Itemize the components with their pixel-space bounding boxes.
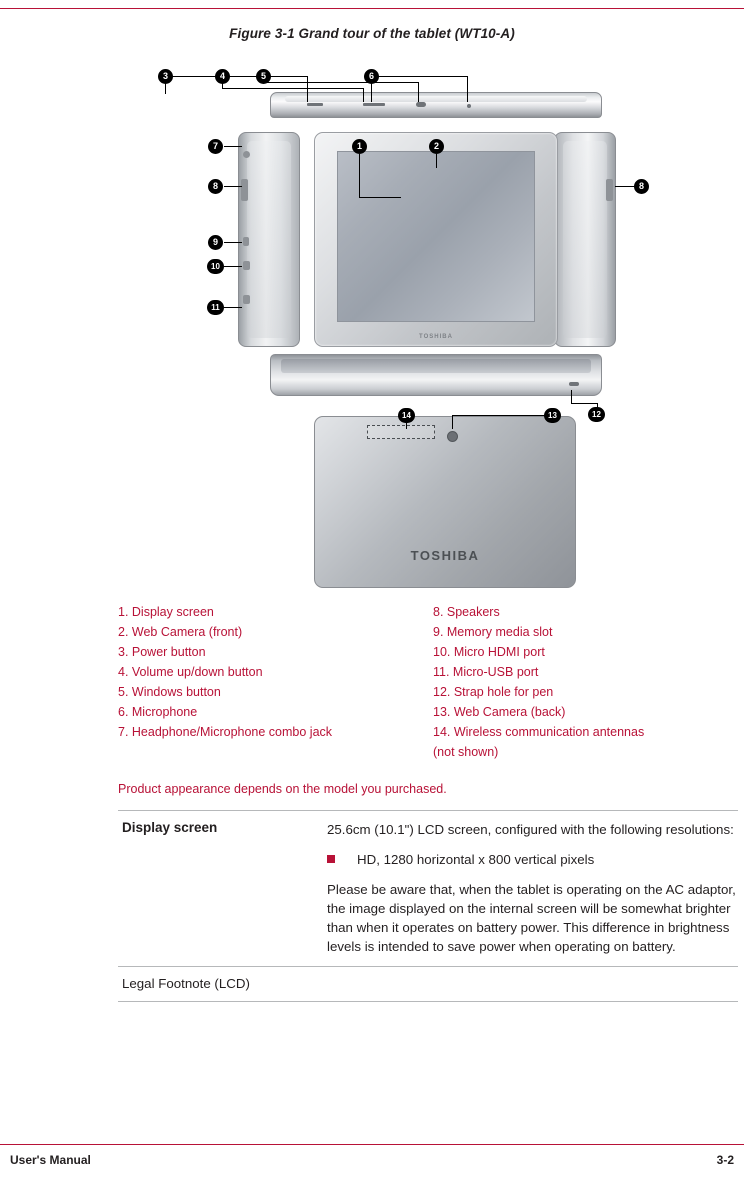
strap-hole-shape [569,382,579,386]
legend-item-5: 5. Windows button [118,685,221,699]
document-page: Figure 3-1 Grand tour of the tablet (WT1… [0,0,744,1179]
leader-line-1-h [359,197,401,198]
table-row-footnote: Legal Footnote (LCD) [118,967,738,1001]
appearance-note: Product appearance depends on the model … [118,782,447,796]
headphone-jack-shape [243,151,250,158]
spec-bullet-text: HD, 1280 horizontal x 800 vertical pixel… [357,852,595,867]
leader-line-6-h [371,76,467,77]
legend-item-8: 8. Speakers [433,605,500,619]
callout-5: 5 [256,69,271,84]
callout-9: 9 [208,235,223,250]
front-brand-logo: TOSHIBA [419,334,453,340]
specification-table: Display screen 25.6cm (10.1") LCD screen… [118,810,738,1002]
header-rule [0,8,744,9]
volume-button-shape [363,103,385,106]
leader-line-13-h [452,415,550,416]
legend-column-left: 1. Display screen 2. Web Camera (front) … [118,602,418,742]
power-button-shape [307,103,323,106]
memory-slot-shape [243,237,249,246]
footer-page-number: 3-2 [716,1153,734,1167]
leader-line-8b [615,186,635,187]
legend-item-13: 13. Web Camera (back) [433,705,566,719]
leader-line-5-end [418,82,419,102]
spec-paragraph-1: 25.6cm (10.1") LCD screen, configured wi… [327,822,734,837]
legend-column-right: 8. Speakers 9. Memory media slot 10. Mic… [433,602,738,762]
legend-item-11: 11. Micro-USB port [433,665,539,679]
legend-item-7: 7. Headphone/Microphone combo jack [118,725,333,739]
device-bottom-edge-view [270,354,602,396]
windows-button-shape [416,102,426,107]
callout-13: 13 [544,408,561,423]
square-bullet-icon [327,855,335,863]
leader-line-4-end [363,88,364,102]
legend-item-10: 10. Micro HDMI port [433,645,545,659]
micro-usb-shape [243,295,250,304]
callout-1: 1 [352,139,367,154]
display-screen-area [337,151,535,322]
legend-item-6: 6. Microphone [118,705,198,719]
legend-item-2: 2. Web Camera (front) [118,625,243,639]
callout-8-right: 8 [634,179,649,194]
leader-line-9 [224,242,242,243]
footer-manual-title: User's Manual [10,1153,91,1167]
device-top-edge-view [270,92,602,118]
table-row: Display screen 25.6cm (10.1") LCD screen… [118,811,738,967]
wireless-antenna-area [367,425,435,439]
microphone-shape [467,104,471,108]
spec-bullet-line: HD, 1280 horizontal x 800 vertical pixel… [327,850,736,869]
leader-line-1 [359,154,360,198]
leader-line-5-h [263,82,418,83]
leader-line-2 [436,154,437,168]
speaker-shape-right [606,179,613,201]
legend-item-3: 3. Power button [118,645,206,659]
leader-line-13 [452,415,453,429]
callout-7: 7 [208,139,223,154]
legend-item-1: 1. Display screen [118,605,214,619]
leader-line-11 [224,307,242,308]
legend-item-9: 9. Memory media slot [433,625,553,639]
back-brand-logo: TOSHIBA [410,548,480,563]
figure-caption: Figure 3-1 Grand tour of the tablet (WT1… [229,26,515,41]
spec-paragraph-2: Please be aware that, when the tablet is… [327,882,736,954]
spec-value-display-screen: 25.6cm (10.1") LCD screen, configured wi… [323,811,738,966]
figure-grand-tour: 3 4 5 6 7 8 9 10 11 8 TOSHIBA 1 2 TOSHIB… [118,58,738,598]
callout-12: 12 [588,407,605,422]
callout-10: 10 [207,259,224,274]
device-back-view: TOSHIBA [314,416,576,588]
micro-hdmi-shape [243,261,250,270]
legend-item-12: 12. Strap hole for pen [433,685,554,699]
leader-line-10 [224,266,242,267]
leader-line-3-end [307,76,308,102]
leader-line-12 [571,390,572,404]
device-right-side-view [554,132,616,347]
legend-item-4: 4. Volume up/down button [118,665,263,679]
device-left-side-view [238,132,300,347]
leader-line-6-end [467,76,468,102]
leader-line-8 [224,186,242,187]
callout-8: 8 [208,179,223,194]
leader-line-4-h [222,88,363,89]
spec-label-display-screen: Display screen [122,820,218,835]
callout-11: 11 [207,300,224,315]
back-camera-shape [447,431,458,442]
leader-line-3-h [165,76,307,77]
leader-line-7 [224,146,242,147]
footer-rule [0,1144,744,1145]
legend-item-14: 14. Wireless communication antennas (not… [433,725,645,759]
callout-6: 6 [364,69,379,84]
leader-line-12-h [571,403,597,404]
callout-3: 3 [158,69,173,84]
callout-4: 4 [215,69,230,84]
callout-14: 14 [398,408,415,423]
callout-2: 2 [429,139,444,154]
legal-footnote-text: Legal Footnote (LCD) [122,976,250,991]
speaker-shape-left [241,179,248,201]
